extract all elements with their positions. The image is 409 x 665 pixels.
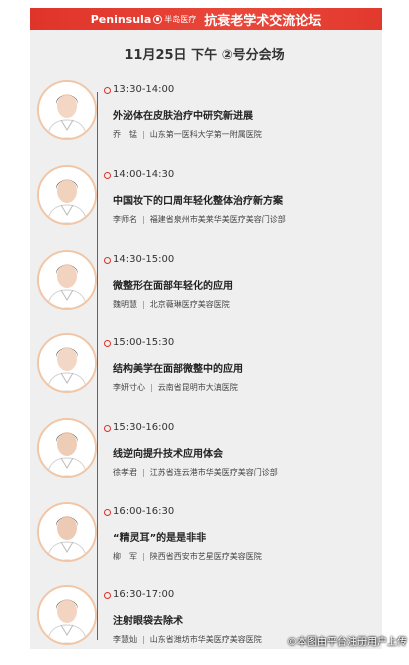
divider: |: [142, 215, 145, 224]
speaker-avatar: [37, 80, 97, 140]
speaker-organization: 云南省昆明市大滇医院: [157, 383, 238, 392]
speaker-organization: 福建省泉州市美莱华美医疗美容门诊部: [149, 215, 286, 224]
session-heading: 11月25日 下午 ②号分会场: [124, 48, 285, 63]
speaker-line: 李慧灿 | 山东省潍坊市华美医疗美容医院: [113, 634, 262, 645]
speaker-avatar: [37, 585, 97, 645]
speaker-line: 李师名 | 福建省泉州市美莱华美医疗美容门诊部: [113, 214, 286, 225]
speaker-avatar: [37, 502, 97, 562]
speaker-name: 李师名: [113, 215, 137, 224]
speaker-name: 乔 锰: [113, 130, 137, 139]
time-slot: 15:00-15:30: [113, 337, 175, 348]
talk-topic: 外泌体在皮肤治疗中研究新进展: [113, 111, 253, 122]
schedule-item: 14:30-15:00 微整形在面部年轻化的应用 魏明慧 | 北京薇琳医疗美容医院: [0, 250, 409, 330]
speaker-line: 乔 锰 | 山东第一医科大学第一附属医院: [113, 129, 262, 140]
speaker-organization: 陕西省西安市艺星医疗美容医院: [149, 552, 262, 561]
talk-topic: 注射眼袋去除术: [113, 616, 183, 627]
time-slot: 15:30-16:00: [113, 422, 175, 433]
speaker-organization: 北京薇琳医疗美容医院: [149, 300, 230, 309]
timeline-dot: [104, 257, 111, 264]
timeline-dot: [104, 87, 111, 94]
divider: |: [142, 552, 145, 561]
watermark: ©本图由平台注册用户上传: [287, 637, 407, 648]
divider: |: [142, 130, 145, 139]
speaker-avatar: [37, 333, 97, 393]
schedule-item: 15:30-16:00 线逆向提升技术应用体会 徐孝君 | 江苏省连云港市华美医疗美容门…: [0, 418, 409, 498]
speaker-line: 魏明慧 | 北京薇琳医疗美容医院: [113, 299, 230, 310]
talk-topic: 结构美学在面部微整中的应用: [113, 364, 243, 375]
schedule-item: 13:30-14:00 外泌体在皮肤治疗中研究新进展乔 锰 | 山东第一医科大学第一附…: [0, 80, 409, 160]
speaker-name: 魏明慧: [113, 300, 137, 309]
schedule-item: 15:00-15:30 结构美学在面部微整中的应用 李妍寸心 | 云南省昆明市大滇医院: [0, 333, 409, 413]
timeline-dot: [104, 509, 111, 516]
header-banner: Peninsula 半岛医疗 抗衰老学术交流论坛: [30, 8, 382, 30]
timeline-dot: [104, 425, 111, 432]
logo-mark-icon: [153, 14, 163, 24]
speaker-line: 李妍寸心 | 云南省昆明市大滇医院: [113, 382, 238, 393]
talk-topic: “精灵耳”的是是非非: [113, 533, 207, 544]
schedule-item: 16:30-17:00 注射眼袋去除术 李慧灿 | 山东省潍坊市华美医疗美容医院: [0, 585, 409, 665]
divider: |: [142, 635, 145, 644]
speaker-avatar: [37, 250, 97, 310]
time-slot: 13:30-14:00: [113, 84, 175, 95]
talk-topic: 线逆向提升技术应用体会: [113, 449, 223, 460]
talk-topic: 中国妆下的口周年轻化整体治疗新方案: [113, 196, 283, 207]
talk-topic: 微整形在面部年轻化的应用: [113, 281, 233, 292]
timeline-dot: [104, 592, 111, 599]
speaker-avatar: [37, 165, 97, 225]
divider: |: [142, 468, 145, 477]
time-slot: 16:30-17:00: [113, 589, 175, 600]
timeline-dot: [104, 172, 111, 179]
speaker-name: 柳 军: [113, 552, 137, 561]
speaker-line: 柳 军 | 陕西省西安市艺星医疗美容医院: [113, 551, 262, 562]
speaker-name: 李妍寸心: [113, 383, 145, 392]
logo-text-en: Peninsula: [90, 12, 152, 26]
schedule-item: 16:00-16:30 “精灵耳”的是是非非柳 军 | 陕西省西安市艺星医疗美容医院: [0, 502, 409, 582]
time-slot: 14:30-15:00: [113, 254, 175, 265]
divider: |: [150, 383, 153, 392]
peninsula-logo: Peninsula 半岛医疗: [91, 13, 197, 26]
speaker-organization: 山东省潍坊市华美医疗美容医院: [149, 635, 262, 644]
speaker-line: 徐孝君 | 江苏省连云港市华美医疗美容门诊部: [113, 467, 278, 478]
divider: |: [142, 300, 145, 309]
time-slot: 14:00-14:30: [113, 169, 175, 180]
logo-text-cn: 半岛医疗: [164, 14, 197, 24]
speaker-organization: 山东第一医科大学第一附属医院: [149, 130, 262, 139]
page: Peninsula 半岛医疗 抗衰老学术交流论坛 11月25日 下午 ②号分会场…: [0, 0, 409, 649]
forum-title: 抗衰老学术交流论坛: [204, 13, 322, 29]
time-slot: 16:00-16:30: [113, 506, 175, 517]
speaker-avatar: [37, 418, 97, 478]
timeline-dot: [104, 340, 111, 347]
schedule-item: 14:00-14:30 中国妆下的口周年轻化整体治疗新方案 李师名 | 福建省泉州市美莱…: [0, 165, 409, 245]
speaker-name: 徐孝君: [113, 468, 137, 477]
speaker-name: 李慧灿: [113, 635, 137, 644]
speaker-organization: 江苏省连云港市华美医疗美容门诊部: [149, 468, 278, 477]
